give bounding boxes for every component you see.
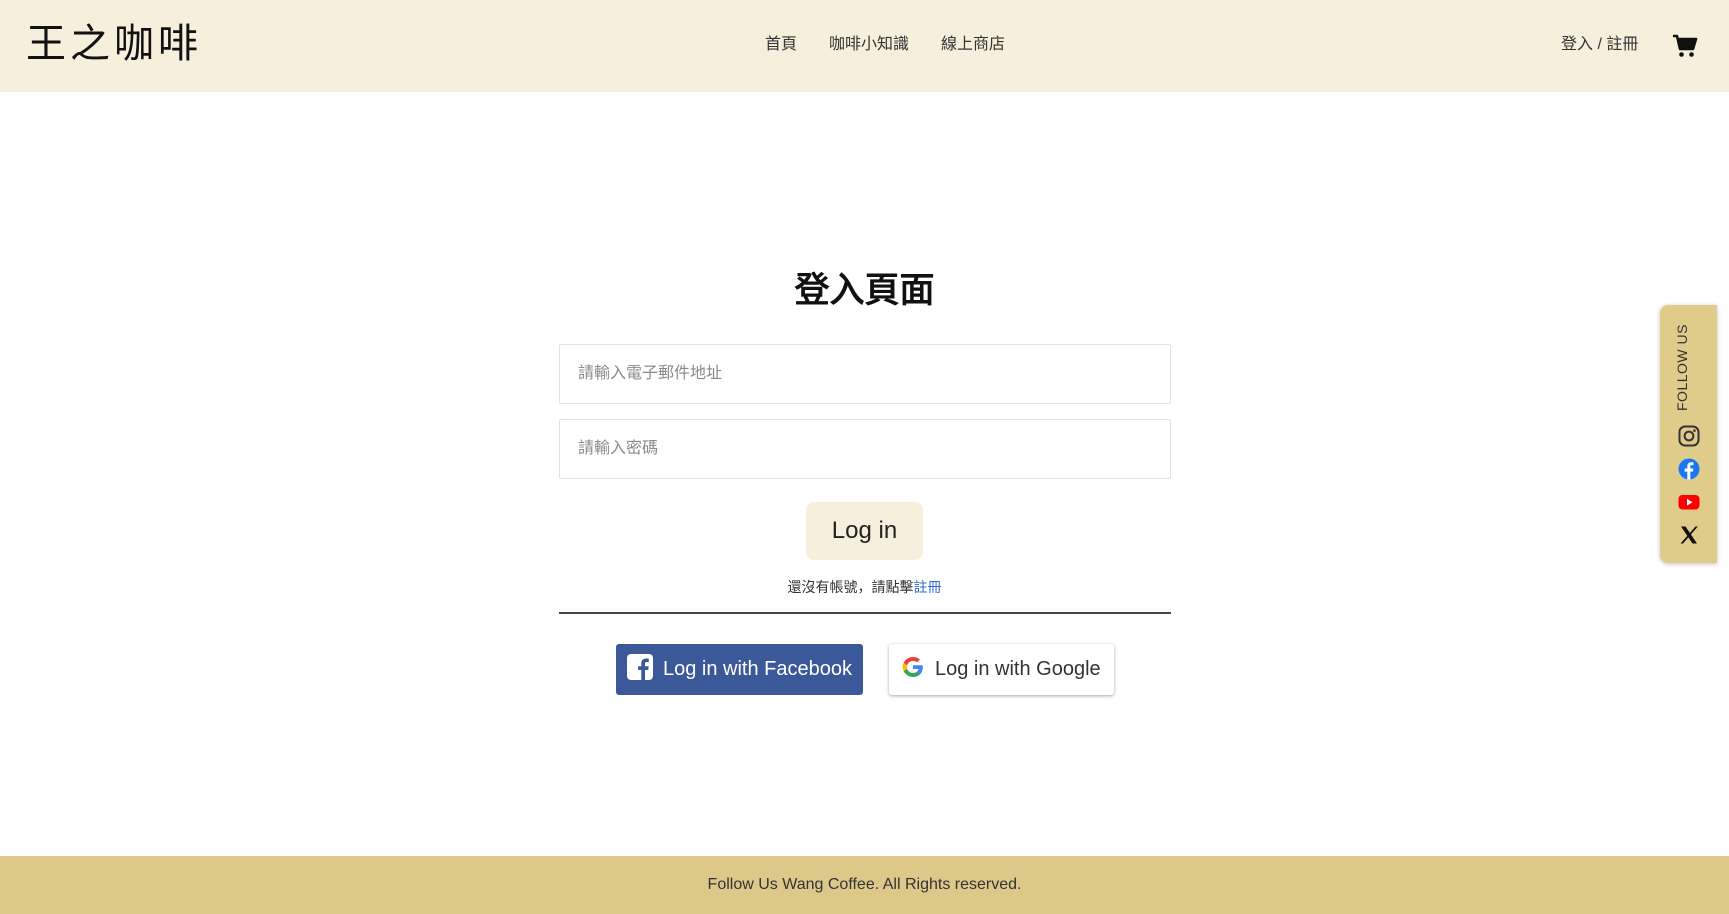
facebook-login-label: Log in with Facebook [663, 658, 853, 680]
register-prompt-text: 還沒有帳號，請點擊 [787, 579, 914, 595]
site-footer: Follow Us Wang Coffee. All Rights reserv… [0, 856, 1729, 914]
instagram-icon[interactable] [1678, 425, 1700, 447]
footer-text: Follow Us Wang Coffee. All Rights reserv… [707, 876, 1022, 893]
password-input[interactable] [559, 419, 1171, 479]
register-prompt: 還沒有帳號，請點擊註冊 [0, 578, 1729, 596]
site-header: 王之咖啡 首頁 咖啡小知識 線上商店 登入 / 註冊 [0, 0, 1729, 92]
social-sidebar: FOLLOW US [1660, 305, 1717, 563]
facebook-logo-icon [616, 654, 653, 685]
google-login-label: Log in with Google [935, 658, 1101, 680]
page-title: 登入頁面 [794, 271, 935, 310]
divider [559, 612, 1171, 614]
register-link[interactable]: 註冊 [914, 579, 942, 595]
cart-icon[interactable] [1672, 34, 1698, 58]
site-logo[interactable]: 王之咖啡 [26, 18, 202, 70]
login-button[interactable]: Log in [806, 502, 923, 560]
email-input[interactable] [559, 344, 1171, 404]
x-icon[interactable] [1678, 524, 1700, 546]
follow-us-label: FOLLOW US [1674, 324, 1690, 411]
google-logo-icon [889, 655, 925, 684]
login-register-link[interactable]: 登入 / 註冊 [1561, 33, 1638, 57]
main-nav: 首頁 咖啡小知識 線上商店 [765, 33, 1005, 57]
nav-item-home[interactable]: 首頁 [765, 33, 797, 57]
nav-item-online-shop[interactable]: 線上商店 [941, 33, 1005, 57]
facebook-login-button[interactable]: Log in with Facebook [616, 644, 863, 695]
facebook-icon[interactable] [1678, 458, 1700, 480]
google-login-button[interactable]: Log in with Google [889, 644, 1114, 695]
youtube-icon[interactable] [1678, 491, 1700, 513]
nav-item-coffee-knowledge[interactable]: 咖啡小知識 [829, 33, 909, 57]
